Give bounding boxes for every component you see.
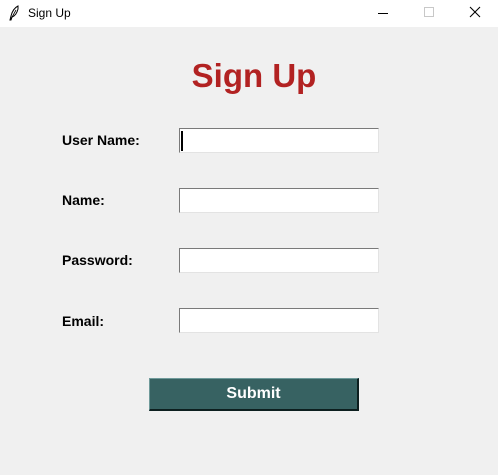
page-title: Sign Up: [191, 57, 317, 94]
username-field[interactable]: [179, 128, 379, 153]
email-field[interactable]: [179, 308, 379, 333]
password-label: Password:: [62, 252, 133, 268]
text-cursor: [181, 131, 183, 151]
close-icon: [469, 6, 481, 18]
title-bar[interactable]: Sign Up: [0, 0, 498, 27]
signup-window: Sign Up Sign Up User Name: Name: Passwor…: [0, 0, 498, 475]
name-label: Name:: [62, 192, 105, 208]
close-button[interactable]: [452, 0, 498, 27]
minimize-button[interactable]: [360, 0, 406, 27]
submit-button[interactable]: Submit: [149, 378, 359, 411]
maximize-button[interactable]: [406, 0, 452, 27]
window-title: Sign Up: [28, 6, 71, 20]
name-field[interactable]: [179, 188, 379, 213]
email-label: Email:: [62, 313, 105, 329]
feather-icon: [8, 5, 20, 21]
maximize-icon: [424, 7, 434, 17]
minimize-icon: [378, 13, 388, 14]
password-field[interactable]: [179, 248, 379, 273]
username-label: User Name:: [62, 132, 140, 148]
